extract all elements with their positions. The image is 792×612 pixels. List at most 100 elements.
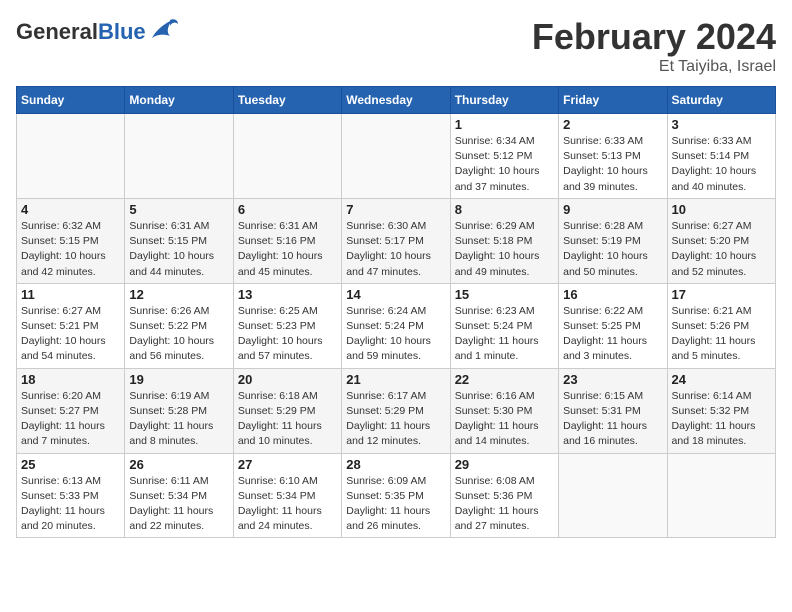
calendar-cell: 9Sunrise: 6:28 AMSunset: 5:19 PMDaylight… [559, 198, 667, 283]
day-info: Sunrise: 6:19 AMSunset: 5:28 PMDaylight:… [129, 389, 228, 450]
day-info: Sunrise: 6:16 AMSunset: 5:30 PMDaylight:… [455, 389, 554, 450]
day-info: Sunrise: 6:33 AMSunset: 5:13 PMDaylight:… [563, 134, 662, 195]
day-info: Sunrise: 6:20 AMSunset: 5:27 PMDaylight:… [21, 389, 120, 450]
calendar-cell: 13Sunrise: 6:25 AMSunset: 5:23 PMDayligh… [233, 283, 341, 368]
day-info: Sunrise: 6:11 AMSunset: 5:34 PMDaylight:… [129, 474, 228, 535]
day-number: 4 [21, 202, 120, 217]
calendar-cell: 19 Sunrise: 6:19 AMSunset: 5:28 PMDayligh… [125, 368, 233, 453]
logo-blue: Blue [98, 19, 146, 45]
calendar-cell [559, 453, 667, 538]
day-info: Sunrise: 6:29 AMSunset: 5:18 PMDaylight:… [455, 219, 554, 280]
calendar-cell: 22 Sunrise: 6:16 AMSunset: 5:30 PMDayligh… [450, 368, 558, 453]
day-number: 21 [346, 372, 445, 387]
logo-general: General [16, 19, 98, 45]
day-number: 14 [346, 287, 445, 302]
day-number: 20 [238, 372, 337, 387]
calendar-cell: 3Sunrise: 6:33 AMSunset: 5:14 PMDaylight… [667, 114, 775, 199]
day-info: Sunrise: 6:22 AMSunset: 5:25 PMDaylight:… [563, 304, 662, 365]
day-info: Sunrise: 6:17 AMSunset: 5:29 PMDaylight:… [346, 389, 445, 450]
calendar-week-row: 1 Sunrise: 6:34 AMSunset: 5:12 PMDaylight… [17, 114, 776, 199]
calendar-cell [667, 453, 775, 538]
calendar-week-row: 11 Sunrise: 6:27 AMSunset: 5:21 PMDayligh… [17, 283, 776, 368]
day-number: 7 [346, 202, 445, 217]
calendar-cell: 7 Sunrise: 6:30 AMSunset: 5:17 PMDaylight… [342, 198, 450, 283]
calendar-cell: 12 Sunrise: 6:26 AMSunset: 5:22 PMDayligh… [125, 283, 233, 368]
weekday-header-sunday: Sunday [17, 87, 125, 114]
day-info: Sunrise: 6:23 AMSunset: 5:24 PMDaylight:… [455, 304, 554, 365]
day-info: Sunrise: 6:32 AMSunset: 5:15 PMDaylight:… [21, 219, 120, 280]
day-number: 2 [563, 117, 662, 132]
calendar-cell: 18 Sunrise: 6:20 AMSunset: 5:27 PMDayligh… [17, 368, 125, 453]
day-info: Sunrise: 6:31 AMSunset: 5:16 PMDaylight:… [238, 219, 337, 280]
day-info: Sunrise: 6:25 AMSunset: 5:23 PMDaylight:… [238, 304, 337, 365]
day-info: Sunrise: 6:18 AMSunset: 5:29 PMDaylight:… [238, 389, 337, 450]
calendar-table: SundayMondayTuesdayWednesdayThursdayFrid… [16, 86, 776, 538]
weekday-header-row: SundayMondayTuesdayWednesdayThursdayFrid… [17, 87, 776, 114]
month-title: February 2024 [532, 16, 776, 58]
day-number: 26 [129, 457, 228, 472]
day-info: Sunrise: 6:13 AMSunset: 5:33 PMDaylight:… [21, 474, 120, 535]
weekday-header-monday: Monday [125, 87, 233, 114]
calendar-cell [125, 114, 233, 199]
day-number: 17 [672, 287, 771, 302]
day-number: 24 [672, 372, 771, 387]
calendar-week-row: 4 Sunrise: 6:32 AMSunset: 5:15 PMDaylight… [17, 198, 776, 283]
calendar-cell [233, 114, 341, 199]
calendar-cell: 11 Sunrise: 6:27 AMSunset: 5:21 PMDayligh… [17, 283, 125, 368]
calendar-cell: 14 Sunrise: 6:24 AMSunset: 5:24 PMDayligh… [342, 283, 450, 368]
day-number: 16 [563, 287, 662, 302]
day-info: Sunrise: 6:31 AMSunset: 5:15 PMDaylight:… [129, 219, 228, 280]
calendar-cell: 2 Sunrise: 6:33 AMSunset: 5:13 PMDaylight… [559, 114, 667, 199]
weekday-header-tuesday: Tuesday [233, 87, 341, 114]
day-info: Sunrise: 6:27 AMSunset: 5:21 PMDaylight:… [21, 304, 120, 365]
calendar-cell: 16 Sunrise: 6:22 AMSunset: 5:25 PMDayligh… [559, 283, 667, 368]
day-number: 22 [455, 372, 554, 387]
calendar-cell: 15Sunrise: 6:23 AMSunset: 5:24 PMDayligh… [450, 283, 558, 368]
day-info: Sunrise: 6:21 AMSunset: 5:26 PMDaylight:… [672, 304, 771, 365]
day-info: Sunrise: 6:34 AMSunset: 5:12 PMDaylight:… [455, 134, 554, 195]
day-number: 27 [238, 457, 337, 472]
day-number: 28 [346, 457, 445, 472]
day-info: Sunrise: 6:27 AMSunset: 5:20 PMDaylight:… [672, 219, 771, 280]
weekday-header-saturday: Saturday [667, 87, 775, 114]
calendar-cell: 25Sunrise: 6:13 AMSunset: 5:33 PMDayligh… [17, 453, 125, 538]
weekday-header-thursday: Thursday [450, 87, 558, 114]
calendar-cell: 4 Sunrise: 6:32 AMSunset: 5:15 PMDaylight… [17, 198, 125, 283]
day-number: 29 [455, 457, 554, 472]
logo-bird-icon [150, 16, 180, 48]
day-number: 8 [455, 202, 554, 217]
day-info: Sunrise: 6:15 AMSunset: 5:31 PMDaylight:… [563, 389, 662, 450]
calendar-cell: 28Sunrise: 6:09 AMSunset: 5:35 PMDayligh… [342, 453, 450, 538]
calendar-cell: 17 Sunrise: 6:21 AMSunset: 5:26 PMDayligh… [667, 283, 775, 368]
day-number: 19 [129, 372, 228, 387]
day-number: 23 [563, 372, 662, 387]
title-block: February 2024 Et Taiyiba, Israel [532, 16, 776, 76]
day-info: Sunrise: 6:10 AMSunset: 5:34 PMDaylight:… [238, 474, 337, 535]
day-info: Sunrise: 6:24 AMSunset: 5:24 PMDaylight:… [346, 304, 445, 365]
calendar-cell: 24Sunrise: 6:14 AMSunset: 5:32 PMDayligh… [667, 368, 775, 453]
weekday-header-friday: Friday [559, 87, 667, 114]
calendar-cell: 8 Sunrise: 6:29 AMSunset: 5:18 PMDaylight… [450, 198, 558, 283]
calendar-cell [342, 114, 450, 199]
calendar-cell: 20 Sunrise: 6:18 AMSunset: 5:29 PMDayligh… [233, 368, 341, 453]
calendar-cell: 29 Sunrise: 6:08 AMSunset: 5:36 PMDayligh… [450, 453, 558, 538]
day-number: 5 [129, 202, 228, 217]
calendar-week-row: 25Sunrise: 6:13 AMSunset: 5:33 PMDayligh… [17, 453, 776, 538]
day-number: 11 [21, 287, 120, 302]
logo: GeneralBlue [16, 16, 180, 48]
day-info: Sunrise: 6:30 AMSunset: 5:17 PMDaylight:… [346, 219, 445, 280]
weekday-header-wednesday: Wednesday [342, 87, 450, 114]
day-number: 1 [455, 117, 554, 132]
day-info: Sunrise: 6:08 AMSunset: 5:36 PMDaylight:… [455, 474, 554, 535]
day-number: 12 [129, 287, 228, 302]
day-info: Sunrise: 6:26 AMSunset: 5:22 PMDaylight:… [129, 304, 228, 365]
calendar-cell: 1 Sunrise: 6:34 AMSunset: 5:12 PMDaylight… [450, 114, 558, 199]
calendar-cell: 23 Sunrise: 6:15 AMSunset: 5:31 PMDayligh… [559, 368, 667, 453]
calendar-week-row: 18 Sunrise: 6:20 AMSunset: 5:27 PMDayligh… [17, 368, 776, 453]
calendar-cell: 10Sunrise: 6:27 AMSunset: 5:20 PMDayligh… [667, 198, 775, 283]
calendar-cell: 5 Sunrise: 6:31 AMSunset: 5:15 PMDaylight… [125, 198, 233, 283]
page-header: GeneralBlue February 2024 Et Taiyiba, Is… [16, 16, 776, 76]
location: Et Taiyiba, Israel [532, 58, 776, 76]
day-info: Sunrise: 6:33 AMSunset: 5:14 PMDaylight:… [672, 134, 771, 195]
day-number: 18 [21, 372, 120, 387]
